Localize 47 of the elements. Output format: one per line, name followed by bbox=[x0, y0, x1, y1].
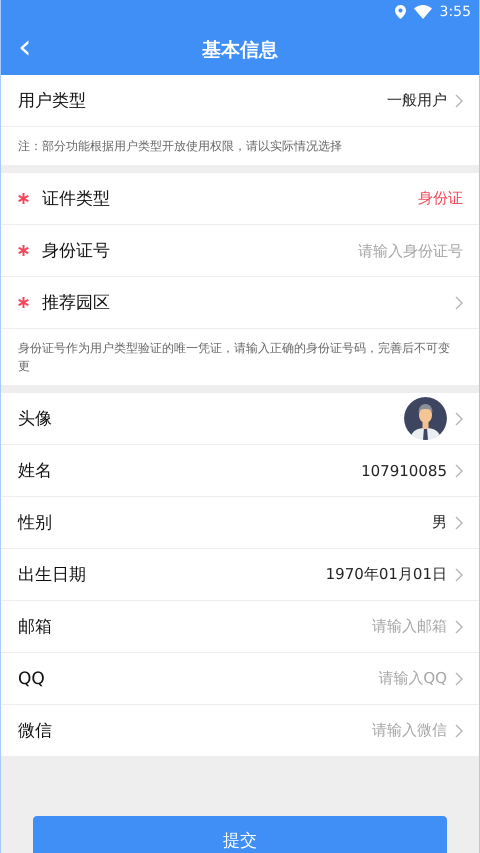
page-title: 基本信息 bbox=[202, 38, 278, 62]
row-value: 身份证 bbox=[418, 189, 463, 208]
form-row[interactable]: 证件类型 身份证 bbox=[1, 173, 479, 225]
form-row[interactable]: 身份证号 请输入身份证号 bbox=[1, 225, 479, 277]
row-value: 男 bbox=[432, 513, 447, 532]
location-icon bbox=[394, 5, 406, 19]
hint-text: 身份证号作为用户类型验证的唯一凭证，请输入正确的身份证号码，完善后不可变更 bbox=[17, 340, 451, 375]
row-label: 性别 bbox=[18, 512, 53, 534]
row-label: 推荐园区 bbox=[42, 292, 111, 314]
chevron-right-icon bbox=[455, 464, 463, 478]
chevron-right-icon bbox=[455, 724, 463, 738]
row-label: 身份证号 bbox=[42, 240, 111, 262]
form-row[interactable]: 邮箱 请输入邮箱 bbox=[1, 601, 479, 653]
status-time: 3:55 bbox=[440, 4, 471, 20]
row-placeholder: 请输入邮箱 bbox=[372, 617, 447, 636]
form-row[interactable]: 出生日期 1970年01月01日 bbox=[1, 549, 479, 601]
form-row[interactable]: 微信 请输入微信 bbox=[1, 705, 479, 757]
row-label: 用户类型 bbox=[18, 90, 87, 112]
chevron-right-icon bbox=[455, 296, 463, 310]
row-label: 头像 bbox=[18, 408, 53, 430]
form-row[interactable]: 头像 bbox=[1, 393, 479, 445]
wifi-icon bbox=[414, 5, 432, 19]
form-row[interactable]: 姓名 107910085 bbox=[1, 445, 479, 497]
form-row[interactable]: 推荐园区 bbox=[1, 277, 479, 329]
chevron-right-icon bbox=[455, 516, 463, 530]
chevron-right-icon bbox=[455, 672, 463, 686]
form-row[interactable]: 性别 男 bbox=[1, 497, 479, 549]
row-label: 出生日期 bbox=[18, 564, 87, 586]
hint-text: 注：部分功能根据用户类型开放使用权限，请以实际情况选择 bbox=[17, 138, 343, 155]
id-number-field[interactable]: 请输入身份证号 bbox=[263, 242, 463, 260]
row-value: 一般用户 bbox=[387, 91, 447, 110]
row-placeholder: 请输入微信 bbox=[372, 721, 447, 740]
chevron-right-icon bbox=[455, 568, 463, 582]
row-placeholder: 请输入QQ bbox=[378, 669, 447, 688]
avatar-icon bbox=[404, 397, 447, 440]
form-row[interactable]: QQ 请输入QQ bbox=[1, 653, 479, 705]
chevron-right-icon bbox=[455, 412, 463, 426]
row-value: 1970年01月01日 bbox=[326, 565, 447, 584]
row-label: 证件类型 bbox=[42, 188, 111, 210]
row-value: 107910085 bbox=[361, 462, 447, 480]
chevron-right-icon bbox=[455, 94, 463, 108]
form-row[interactable]: 用户类型 一般用户 bbox=[1, 75, 479, 127]
row-label: 邮箱 bbox=[18, 616, 53, 638]
row-label: 微信 bbox=[18, 720, 53, 742]
chevron-right-icon bbox=[455, 620, 463, 634]
row-label: QQ bbox=[18, 668, 46, 688]
row-label: 姓名 bbox=[18, 460, 53, 482]
